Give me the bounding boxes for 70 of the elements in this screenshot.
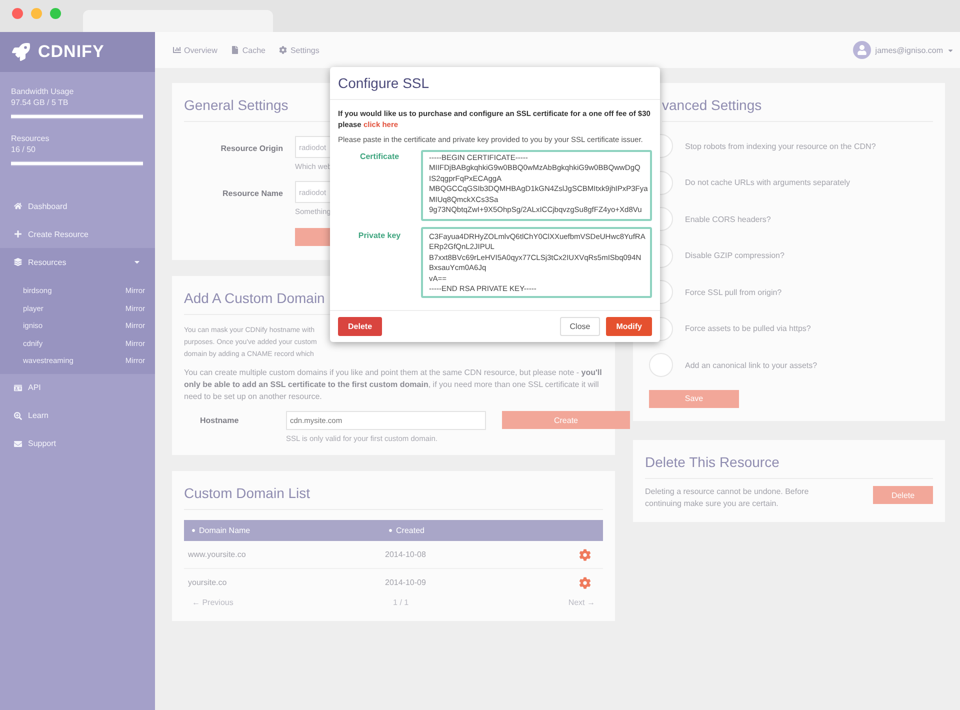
meter-label: Bandwidth Usage bbox=[11, 86, 75, 97]
maximize-window-icon[interactable] bbox=[50, 8, 61, 19]
panel-title: Delete This Resource bbox=[645, 450, 933, 479]
nav-icon bbox=[14, 384, 22, 392]
field-label: Hostname bbox=[200, 415, 240, 425]
close-window-icon[interactable] bbox=[12, 8, 23, 19]
logo: CDNIFY bbox=[38, 42, 104, 62]
column-header[interactable]: Created bbox=[389, 526, 595, 535]
table-cell-text: 2014-10-08 bbox=[385, 550, 427, 559]
option-label: Force SSL pull from origin? bbox=[685, 288, 782, 297]
rocket-icon bbox=[12, 43, 30, 61]
previous-link[interactable]: ← Previous bbox=[192, 598, 234, 607]
sidebar-item[interactable]: Create Resource bbox=[0, 220, 155, 248]
page-indicator: 1 / 1 bbox=[393, 598, 409, 607]
field-label: Resource Name bbox=[222, 188, 283, 200]
nav-icon bbox=[14, 258, 22, 266]
option-label: Force assets to be pulled via https? bbox=[685, 324, 811, 334]
delete-button[interactable]: Delete bbox=[873, 486, 933, 504]
user-email[interactable]: james@igniso.com bbox=[875, 46, 943, 54]
column-header[interactable]: Domain Name bbox=[192, 526, 389, 535]
minimize-window-icon[interactable] bbox=[31, 8, 42, 19]
nav-tab[interactable]: Overview bbox=[173, 46, 218, 54]
meter-reading: 97.54 GB / 5 TB bbox=[11, 97, 70, 108]
create-button[interactable]: Create bbox=[502, 411, 630, 429]
toggle-switch[interactable] bbox=[649, 353, 673, 378]
field-label: Resource Origin bbox=[220, 143, 283, 155]
settings-icon[interactable] bbox=[579, 548, 591, 560]
option-label: Add an canonical link to your assets? bbox=[685, 360, 818, 370]
meter-label: Resources bbox=[11, 133, 50, 144]
sort-icon bbox=[192, 529, 195, 532]
option-label: Enable CORS headers? bbox=[685, 214, 771, 224]
sidebar-item[interactable]: API bbox=[0, 374, 155, 402]
tab-icon bbox=[231, 46, 240, 54]
option-label: Do not cache URLs with arguments separately bbox=[685, 178, 850, 188]
field-label: Certificate bbox=[360, 152, 400, 161]
dialog-title: Configure SSL bbox=[330, 67, 660, 100]
paragraph: Deleting a resource cannot be undone. Before continuing make sure you are certain. bbox=[645, 486, 810, 510]
nav-icon bbox=[14, 440, 22, 448]
browser-tab[interactable] bbox=[83, 10, 273, 32]
table-cell-text: 2014-10-09 bbox=[385, 578, 427, 587]
sidebar-item[interactable]: Support bbox=[0, 430, 155, 458]
tab-icon bbox=[279, 46, 288, 54]
sidebar-item[interactable]: Resources bbox=[0, 248, 155, 276]
save-button[interactable]: Save bbox=[649, 390, 739, 408]
modify-button[interactable]: Modify bbox=[606, 317, 652, 336]
caret-icon bbox=[133, 258, 141, 266]
caret-icon[interactable] bbox=[947, 46, 954, 54]
avatar[interactable] bbox=[853, 41, 872, 59]
sidebar-item[interactable]: Dashboard bbox=[0, 192, 155, 220]
paragraph: You can create multiple custom domains if you like and point them at the same CDN resource, but please note - you'll only be able to add an SSL certificate to the first custom domain, if you need more than one SSL certificate it will need to be set up on another resource. bbox=[184, 367, 603, 403]
field-label: Private key bbox=[358, 231, 401, 240]
table-cell-text: www.yoursite.co bbox=[188, 550, 247, 559]
sidebar-item[interactable]: Learn bbox=[0, 402, 155, 430]
panel-title: Custom Domain List bbox=[184, 481, 603, 510]
nav-icon bbox=[14, 412, 22, 420]
next-link[interactable]: Next → bbox=[568, 598, 595, 607]
nav-tab[interactable]: Settings bbox=[279, 46, 320, 54]
nav-tab[interactable]: Cache bbox=[231, 46, 266, 54]
option-label: Disable GZIP compression? bbox=[685, 251, 784, 260]
panel-title: vanced Settings bbox=[662, 93, 933, 122]
nav-icon bbox=[14, 230, 22, 238]
sort-icon bbox=[389, 529, 392, 532]
delete-button[interactable]: Delete bbox=[338, 317, 382, 336]
settings-icon[interactable] bbox=[579, 576, 591, 588]
tab-icon bbox=[173, 46, 181, 54]
close-button[interactable]: Close bbox=[560, 317, 600, 336]
table-cell-text: yoursite.co bbox=[188, 578, 228, 587]
meter-reading: 16 / 50 bbox=[11, 144, 36, 155]
nav-icon bbox=[14, 202, 22, 210]
option-label: Stop robots from indexing your resource on the CDN? bbox=[685, 142, 876, 151]
